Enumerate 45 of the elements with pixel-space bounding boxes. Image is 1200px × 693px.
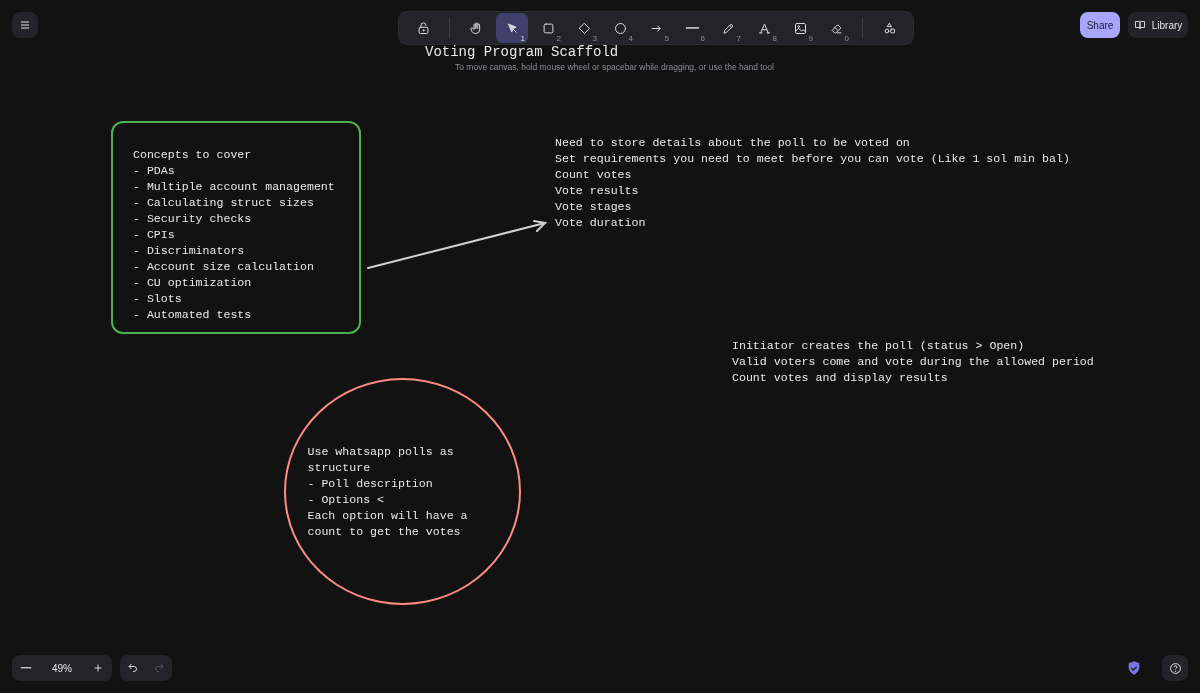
image-icon (792, 20, 808, 36)
canvas-title: Voting Program Scaffold (425, 45, 619, 60)
arrow-tool-button[interactable]: 5 (640, 13, 672, 43)
note-text: Use whatsapp polls as structure - Poll description - Options < Each option will have a count to get the votes (307, 443, 468, 540)
book-icon (1133, 19, 1146, 31)
shortcut-key: 3 (592, 34, 597, 43)
menu-icon (19, 19, 31, 31)
shortcut-key: 5 (664, 34, 669, 43)
pencil-tool-button[interactable]: 7 (712, 13, 744, 43)
shortcut-key: 2 (556, 34, 561, 43)
shortcut-key: 4 (628, 34, 633, 43)
diamond-icon (576, 20, 592, 36)
note-text: Initiator creates the poll (status > Open) Valid voters come and vote during the allowed period Count votes and display results (732, 338, 1094, 386)
rectangle-icon (540, 20, 556, 36)
plus-icon (92, 662, 104, 674)
shortcut-key: 1 (520, 34, 525, 43)
redo-icon (153, 662, 165, 674)
pointer-tool-button[interactable]: 1 (496, 13, 528, 43)
lock-icon (415, 20, 431, 36)
share-button[interactable]: Share (1080, 12, 1120, 38)
shortcut-key: 7 (736, 34, 741, 43)
eraser-tool-button[interactable]: 0 (820, 13, 852, 43)
canvas-hint: To move canvas, hold mouse wheel or spacebar while dragging, or use the hand tool (455, 62, 774, 72)
shortcut-key: 0 (844, 34, 849, 43)
shortcut-key: 6 (700, 34, 705, 43)
menu-button[interactable] (12, 12, 38, 38)
undo-icon (127, 662, 139, 674)
text-tool-button[interactable]: 8 (748, 13, 780, 43)
library-button[interactable]: Library (1128, 12, 1188, 38)
minus-icon (20, 667, 32, 669)
help-button[interactable] (1162, 655, 1188, 681)
note-text: Concepts to cover - PDAs - Multiple account management - Calculating struct sizes - Security checks - CPIs - Discriminators - Account size calculation - CU optimization - Slots - Automated tests (133, 147, 336, 323)
line-tool-button[interactable]: 6 (676, 13, 708, 43)
shortcut-key: 8 (772, 34, 777, 43)
ellipse-icon (612, 20, 628, 36)
help-icon (1168, 661, 1182, 675)
note-text: Need to store details about the poll to be voted on Set requirements you need to meet before you can vote (Like 1 sol min bal) Count votes Vote results Vote stages Vote duration (555, 135, 1070, 231)
zoom-level: 49% (52, 662, 72, 674)
rectangle-tool-button[interactable]: 2 (532, 13, 564, 43)
diamond-tool-button[interactable]: 3 (568, 13, 600, 43)
ellipse-tool-button[interactable]: 4 (604, 13, 636, 43)
line-icon (684, 27, 700, 29)
shortcut-key: 9 (808, 34, 813, 43)
image-tool-button[interactable]: 9 (784, 13, 816, 43)
shield-check-icon (1126, 660, 1142, 676)
